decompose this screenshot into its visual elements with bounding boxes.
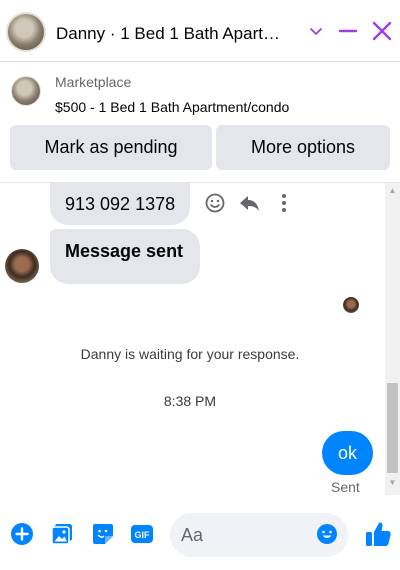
conversation-title[interactable]: Danny · 1 Bed 1 Bath Apart…	[56, 24, 296, 44]
sticker-icon[interactable]	[91, 522, 115, 546]
more-actions-icon[interactable]	[273, 192, 295, 214]
scroll-up-arrow-icon[interactable]: ▲	[385, 186, 400, 196]
reply-icon[interactable]	[238, 192, 260, 214]
waiting-notice: Danny is waiting for your response.	[80, 346, 300, 362]
react-emoji-icon[interactable]	[204, 192, 226, 214]
listing-thumbnail[interactable]	[11, 76, 41, 106]
chat-header: Danny · 1 Bed 1 Bath Apart…	[0, 0, 400, 62]
add-attachment-icon[interactable]	[10, 522, 34, 546]
gif-icon[interactable]: GIF	[130, 522, 154, 546]
more-options-button[interactable]: More options	[216, 125, 390, 170]
contact-avatar[interactable]	[6, 12, 46, 52]
scroll-down-arrow-icon[interactable]: ▼	[385, 478, 400, 488]
message-input-placeholder: Aa	[181, 525, 204, 545]
close-icon[interactable]	[371, 20, 393, 42]
svg-text:GIF: GIF	[135, 530, 151, 540]
message-bubble-phone[interactable]: 913 092 1378	[50, 183, 190, 225]
delivery-status: Sent	[331, 479, 360, 495]
chevron-down-icon[interactable]	[305, 20, 327, 42]
image-icon[interactable]	[50, 522, 74, 546]
minimize-icon[interactable]	[337, 20, 359, 42]
message-bubble-notice[interactable]: Message sent	[50, 229, 200, 284]
sender-avatar[interactable]	[5, 249, 39, 283]
like-thumbs-up-icon[interactable]	[364, 520, 392, 548]
seen-receipt-avatar	[343, 297, 359, 313]
marketplace-label: Marketplace	[55, 74, 132, 90]
emoji-icon[interactable]	[316, 523, 338, 545]
listing-title[interactable]: $500 - 1 Bed 1 Bath Apartment/condo	[55, 99, 289, 115]
scrollbar-thumb[interactable]	[387, 383, 398, 473]
outgoing-message-bubble[interactable]: ok	[322, 431, 373, 475]
mark-as-pending-button[interactable]: Mark as pending	[10, 125, 212, 170]
message-timestamp: 8:38 PM	[163, 393, 217, 409]
